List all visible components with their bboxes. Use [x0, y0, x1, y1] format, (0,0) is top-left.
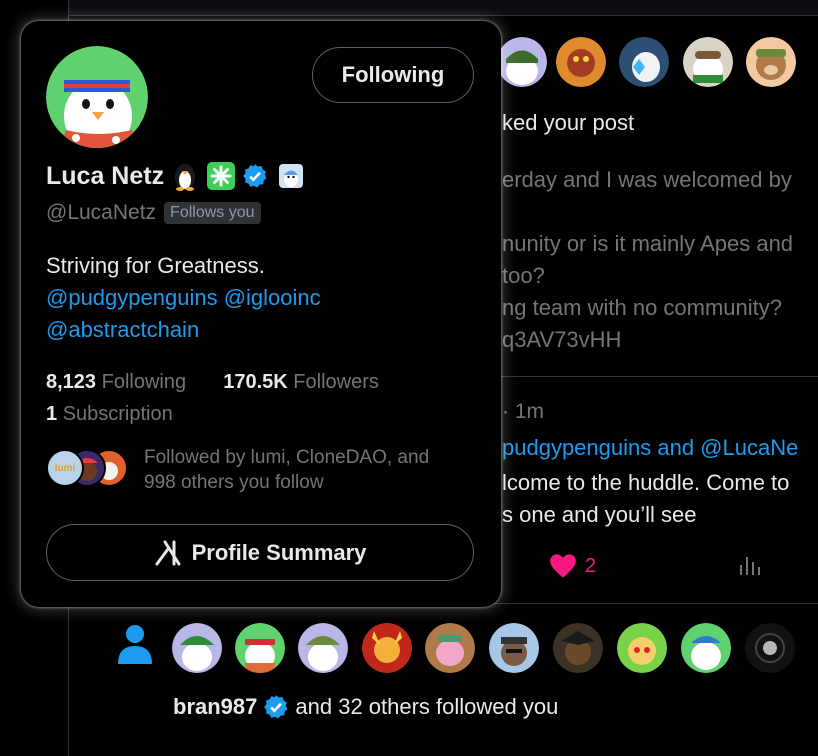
post-preview-line-5: q3AV73vHH: [502, 327, 622, 352]
bio-mention-pudgypenguins[interactable]: @pudgypenguins: [46, 285, 218, 310]
profile-bio: Striving for Greatness. @pudgypenguins @…: [46, 250, 321, 346]
following-stat[interactable]: 8,123 Following: [46, 371, 186, 393]
follower-avatar-4[interactable]: [362, 623, 412, 673]
verified-badge-icon: [243, 164, 267, 188]
follower-avatar-2[interactable]: [235, 623, 285, 673]
post-preview-line-4: ng team with no community?: [502, 295, 783, 320]
liker-avatar-1[interactable]: [497, 37, 547, 87]
eight-spoked-asterisk-icon: [207, 162, 236, 190]
subscription-stat[interactable]: 1 Subscription: [46, 398, 379, 430]
subscription-count: 1: [46, 403, 58, 425]
person-icon: [116, 624, 154, 669]
post-preview-line-1: erday and I was welcomed by: [502, 167, 792, 192]
following-count: 8,123: [46, 371, 97, 393]
post-preview-line-2: nunity or is it mainly Apes and: [502, 231, 794, 256]
display-name[interactable]: Luca Netz: [46, 162, 164, 191]
profile-summary-button[interactable]: Profile Summary: [46, 524, 474, 581]
mutual-followers-text: Followed by lumi, CloneDAO, and 998 othe…: [144, 447, 430, 493]
handle-row: @LucaNetz Follows you: [46, 201, 261, 225]
liker-avatar-4[interactable]: [683, 37, 733, 87]
subscription-label: Subscription: [62, 403, 173, 425]
reply-mentions[interactable]: pudgypenguins and @LucaNe: [502, 435, 798, 461]
analytics-icon[interactable]: [738, 553, 762, 582]
heart-icon: [550, 554, 576, 578]
follower-avatar-8[interactable]: [617, 623, 667, 673]
mutual-avatar-lumi: lumi: [46, 449, 84, 487]
penguin-emoji-icon: [175, 164, 196, 191]
follower-avatar-5[interactable]: [425, 623, 475, 673]
follower-avatar-9[interactable]: [681, 623, 731, 673]
follower-avatar-6[interactable]: [489, 623, 539, 673]
follower-avatar-10[interactable]: [745, 623, 795, 673]
name-row: Luca Netz: [46, 161, 304, 191]
mutual-avatars: lumi: [46, 449, 128, 487]
bio-line: Striving for Greatness.: [46, 253, 265, 278]
like-notification-text: ked your post: [502, 110, 635, 135]
following-label: Following: [101, 371, 187, 393]
mutual-followers[interactable]: lumi Followed by lumi, CloneDAO, and 998…: [46, 445, 474, 495]
liker-avatar-2[interactable]: [556, 37, 606, 87]
follower-avatar-3[interactable]: [298, 623, 348, 673]
followers-count: 170.5K: [223, 371, 288, 393]
liker-avatar-3[interactable]: [619, 37, 669, 87]
liker-avatar-5[interactable]: [746, 37, 796, 87]
follow-notification-text: and 32 others followed you: [295, 694, 559, 719]
follower-avatar-7[interactable]: [553, 623, 603, 673]
verified-badge-icon: [264, 695, 288, 719]
user-handle[interactable]: @LucaNetz: [46, 201, 156, 225]
top-strip: [69, 0, 818, 16]
followers-label: Followers: [293, 371, 379, 393]
profile-avatar[interactable]: [46, 46, 148, 148]
follower-avatar-1[interactable]: [172, 623, 222, 673]
follower-username[interactable]: bran987: [173, 694, 257, 720]
like-action[interactable]: 2: [549, 553, 596, 579]
reply-line-1: lcome to the huddle. Come to: [502, 470, 790, 495]
follow-notification: bran987 and 32 others followed you: [173, 694, 558, 720]
bio-mention-abstractchain[interactable]: @abstractchain: [46, 317, 199, 342]
reply-timestamp: · 1m: [502, 400, 544, 423]
profile-summary-label: Profile Summary: [191, 539, 367, 565]
like-count: 2: [585, 554, 597, 577]
profile-stats: 8,123 Following 170.5K Followers 1 Subsc…: [46, 366, 379, 430]
affiliate-badge-icon[interactable]: [278, 163, 304, 189]
grok-icon: [155, 540, 181, 565]
bio-mention-iglooinc[interactable]: @iglooinc: [224, 285, 321, 310]
reply-line-2: s one and you’ll see: [502, 502, 697, 527]
following-button[interactable]: Following: [312, 47, 474, 103]
followers-stat[interactable]: 170.5K Followers: [223, 371, 379, 393]
follows-you-badge: Follows you: [164, 202, 261, 224]
profile-hover-card: Following Luca Netz @LucaNetz Follows yo…: [21, 21, 501, 607]
post-preview-line-3: too?: [502, 263, 545, 288]
